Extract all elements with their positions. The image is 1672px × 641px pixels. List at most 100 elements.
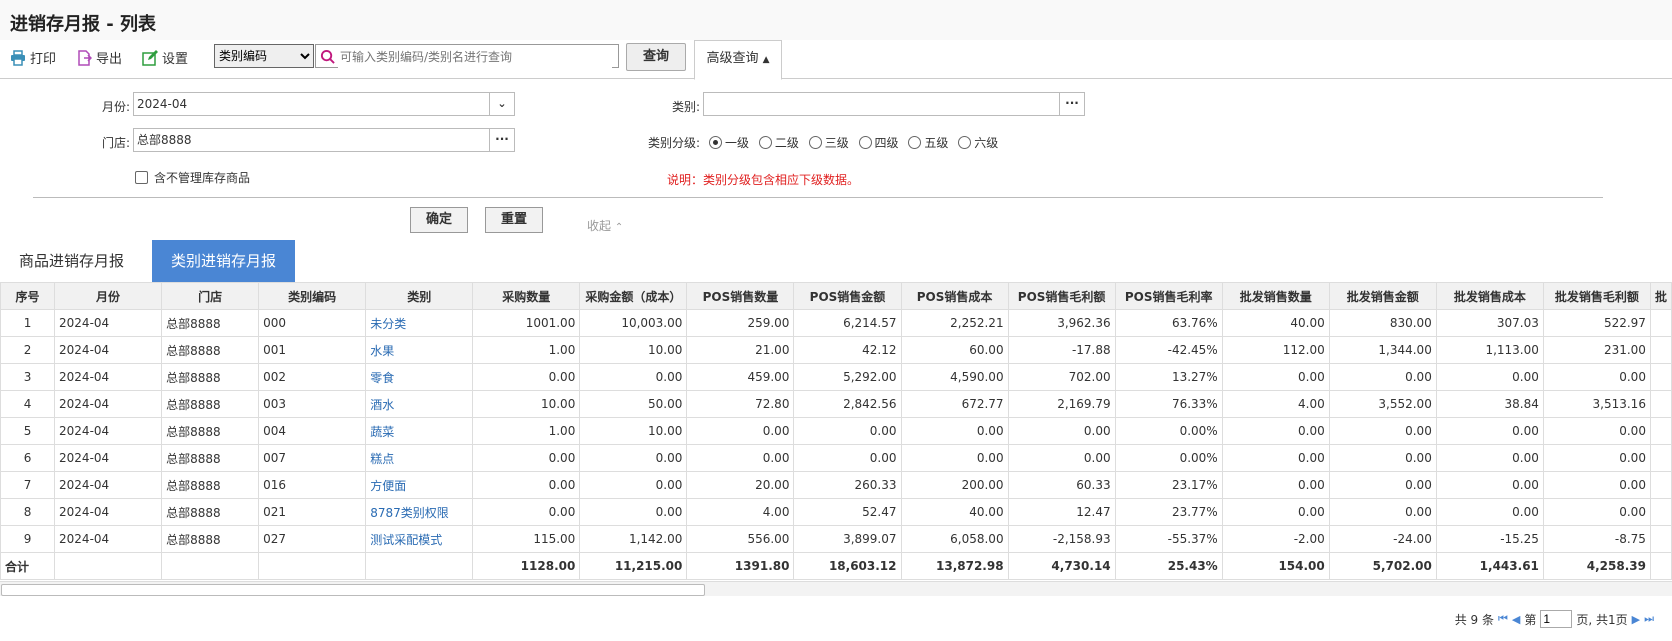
category-link[interactable]: 蔬菜: [365, 417, 474, 445]
table-cell: [365, 552, 474, 580]
store-field[interactable]: 总部8888: [133, 128, 490, 152]
table-cell: 0.00%: [1114, 444, 1223, 472]
level-radio-3[interactable]: 三级: [808, 134, 849, 151]
query-button[interactable]: 查询: [626, 43, 686, 71]
first-page-icon[interactable]: ⏮: [1498, 612, 1508, 626]
column-header[interactable]: 门店: [161, 282, 260, 310]
level-radio-4[interactable]: 四级: [858, 134, 899, 151]
level-radio-6[interactable]: 六级: [958, 134, 998, 151]
column-header[interactable]: 类别: [365, 282, 474, 310]
category-link[interactable]: 未分类: [365, 309, 474, 337]
pager-prefix: 第: [1524, 612, 1537, 627]
table-cell: -2,158.93: [1007, 525, 1116, 553]
column-header[interactable]: POS销售成本: [900, 282, 1009, 310]
column-header[interactable]: 月份: [54, 282, 163, 310]
confirm-button[interactable]: 确定: [410, 207, 468, 233]
table-cell: 42.12: [793, 336, 902, 364]
category-link[interactable]: 糕点: [365, 444, 474, 472]
table-total-row: 合计 1128.00 11,215.00 1391.80 18,603.12 13,872…: [0, 552, 1672, 580]
table-row[interactable]: 5 2024-04 总部8888 004 蔬菜 1.00 10.00 0.00 0.00 0.00…: [0, 417, 1672, 445]
category-link[interactable]: 8787类别权限: [365, 498, 474, 526]
table-cell: 5: [0, 417, 56, 445]
settings-button[interactable]: 设置: [142, 48, 188, 67]
table-cell: 231.00: [1542, 336, 1651, 364]
tab-product-report[interactable]: 商品进销存月报: [0, 240, 143, 282]
category-link[interactable]: 测试采配模式: [365, 525, 474, 553]
column-header[interactable]: POS销售金额: [793, 282, 902, 310]
advanced-query-tab[interactable]: 高级查询 ▲: [694, 40, 782, 80]
table-cell: 0.00: [579, 498, 688, 526]
level-radio-1[interactable]: 一级: [709, 134, 749, 151]
field-select[interactable]: 类别编码: [214, 44, 314, 68]
column-header[interactable]: 类别编码: [258, 282, 367, 310]
month-dropdown-button[interactable]: ⌄: [489, 92, 515, 116]
radio-icon: [758, 136, 772, 149]
horizontal-scrollbar[interactable]: [0, 581, 1672, 596]
scrollbar-thumb[interactable]: [1, 584, 705, 596]
table-cell: 0.00: [1435, 444, 1544, 472]
table-cell: 总部8888: [161, 363, 260, 391]
table-row[interactable]: 6 2024-04 总部8888 007 糕点 0.00 0.00 0.00 0.00 0.00 0…: [0, 444, 1672, 472]
page-input[interactable]: [1540, 610, 1573, 628]
table-cell: 0.00: [1542, 363, 1651, 391]
category-link[interactable]: 方便面: [365, 471, 474, 499]
column-header[interactable]: 采购数量: [472, 282, 581, 310]
table-cell: 10.00: [579, 336, 688, 364]
level-radio-5[interactable]: 五级: [908, 134, 948, 151]
table-cell: [1649, 363, 1672, 391]
table-cell: [1649, 390, 1672, 418]
table-cell: 合计: [0, 552, 56, 580]
table-cell: 830.00: [1328, 309, 1437, 337]
nonstock-checkbox[interactable]: [135, 171, 148, 184]
table-cell: 5,702.00: [1328, 552, 1437, 580]
month-field[interactable]: 2024-04: [133, 92, 490, 116]
table-cell: 0.00: [579, 471, 688, 499]
table-cell: 672.77: [900, 390, 1009, 418]
table-row[interactable]: 9 2024-04 总部8888 027 测试采配模式 115.00 1,142.00 556…: [0, 525, 1672, 553]
column-header[interactable]: POS销售数量: [686, 282, 795, 310]
prev-page-icon[interactable]: ◀: [1512, 613, 1520, 626]
table-row[interactable]: 3 2024-04 总部8888 002 零食 0.00 0.00 459.00 5,292.0…: [0, 363, 1672, 391]
store-picker-button[interactable]: ···: [489, 128, 515, 152]
table-row[interactable]: 1 2024-04 总部8888 000 未分类 1001.00 10,003.00 259.…: [0, 309, 1672, 337]
last-page-icon[interactable]: ⏭: [1644, 612, 1654, 626]
column-header[interactable]: 采购金额（成本）: [579, 282, 688, 310]
next-page-icon[interactable]: ▶: [1632, 613, 1640, 626]
table-cell: 4.00: [1221, 390, 1330, 418]
column-header[interactable]: 批发销售金额: [1328, 282, 1437, 310]
print-button[interactable]: 打印: [10, 48, 56, 67]
column-header[interactable]: 批发销售毛利额: [1542, 282, 1651, 310]
table-cell: 2: [0, 336, 56, 364]
tab-category-report[interactable]: 类别进销存月报: [152, 240, 296, 282]
table-cell: 0.00: [1328, 444, 1437, 472]
table-cell: 003: [258, 390, 367, 418]
table-row[interactable]: 8 2024-04 总部8888 021 8787类别权限 0.00 0.00 4.00 52.…: [0, 498, 1672, 526]
nonstock-option[interactable]: 含不管理库存商品: [135, 169, 250, 186]
category-link[interactable]: 零食: [365, 363, 474, 391]
column-header[interactable]: 批发销售成本: [1435, 282, 1544, 310]
column-header[interactable]: POS销售毛利率: [1114, 282, 1223, 310]
table-row[interactable]: 4 2024-04 总部8888 003 酒水 10.00 50.00 72.80 2,842.…: [0, 390, 1672, 418]
column-header[interactable]: POS销售毛利额: [1007, 282, 1116, 310]
category-link[interactable]: 水果: [365, 336, 474, 364]
category-link[interactable]: 酒水: [365, 390, 474, 418]
level-radio-2[interactable]: 二级: [758, 134, 799, 151]
table-row[interactable]: 7 2024-04 总部8888 016 方便面 0.00 0.00 20.00 260.33 2…: [0, 471, 1672, 499]
table-cell: 004: [258, 417, 367, 445]
table-cell: [1649, 336, 1672, 364]
table-cell: 2024-04: [54, 336, 163, 364]
column-header[interactable]: 批: [1649, 282, 1672, 310]
table-row[interactable]: 2 2024-04 总部8888 001 水果 1.00 10.00 21.00 42.12 60…: [0, 336, 1672, 364]
category-field[interactable]: [703, 92, 1060, 116]
search-input[interactable]: [338, 46, 612, 68]
column-header[interactable]: 序号: [0, 282, 56, 310]
table-cell: 1,142.00: [579, 525, 688, 553]
table-cell: [258, 552, 367, 580]
table-cell: 0.00: [579, 363, 688, 391]
reset-button[interactable]: 重置: [485, 207, 543, 233]
collapse-link[interactable]: 收起 ⌃: [587, 217, 623, 234]
export-button[interactable]: 导出: [76, 48, 122, 67]
category-picker-button[interactable]: ···: [1059, 92, 1085, 116]
column-header[interactable]: 批发销售数量: [1221, 282, 1330, 310]
table-cell: 60.33: [1007, 471, 1116, 499]
